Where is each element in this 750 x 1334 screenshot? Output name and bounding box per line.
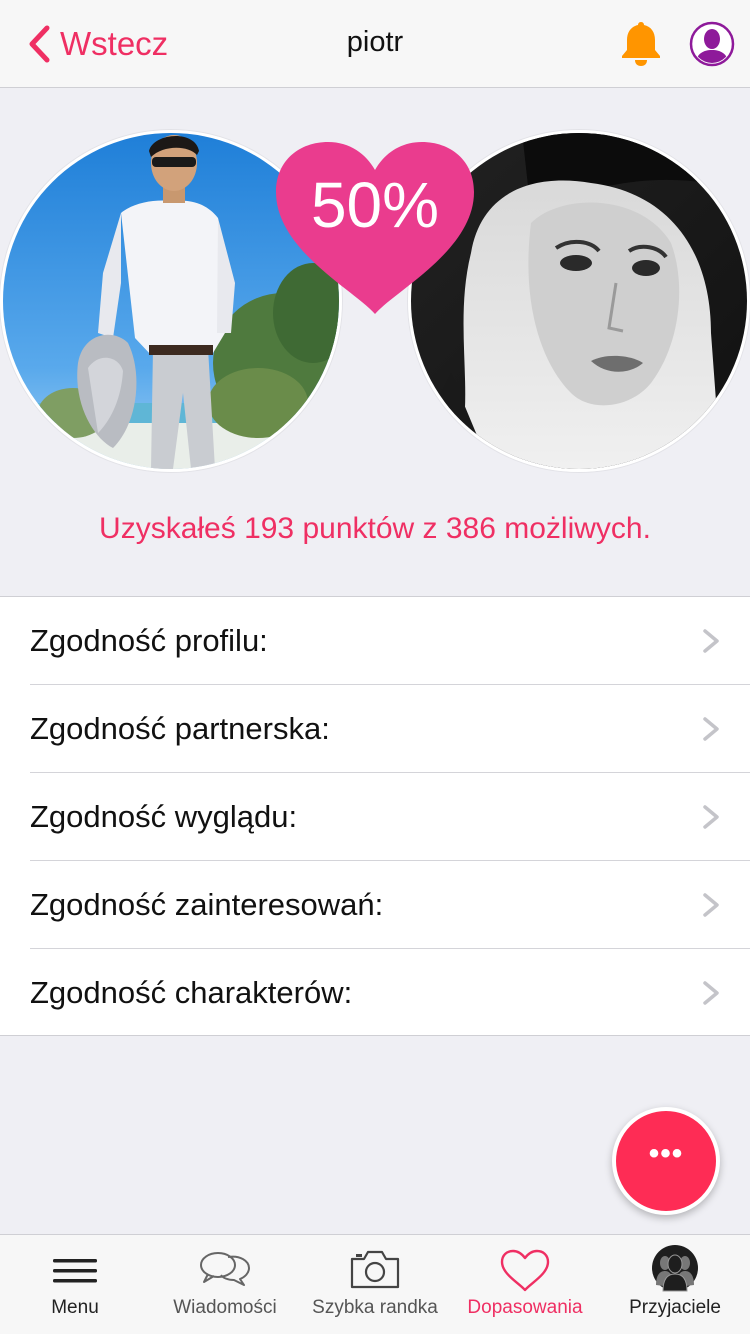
tab-label: Przyjaciele (629, 1297, 721, 1318)
messages-icon (200, 1252, 250, 1286)
user-avatar-icon (689, 21, 735, 67)
tab-label: Szybka randka (312, 1297, 438, 1318)
more-actions-button[interactable]: ••• (612, 1107, 720, 1215)
more-dots-icon: ••• (648, 1137, 684, 1170)
list-item-label: Zgodność profilu: (30, 623, 268, 658)
list-item-label: Zgodność charakterów: (30, 975, 353, 1010)
score-summary: Uzyskałeś 193 punktów z 386 możliwych. (99, 512, 651, 545)
list-item-partner-compatibility[interactable]: Zgodność partnerska: (0, 685, 750, 773)
tab-label: Wiadomości (173, 1297, 277, 1318)
tab-friends[interactable]: Przyjaciele (600, 1235, 750, 1334)
bell-icon (622, 22, 660, 66)
profile-avatar-button[interactable] (689, 21, 735, 67)
list-item-label: Zgodność partnerska: (30, 711, 330, 746)
list-item-label: Zgodność wyglądu: (30, 799, 298, 834)
list-item-appearance-compatibility[interactable]: Zgodność wyglądu: (0, 773, 750, 861)
list-item-interests-compatibility[interactable]: Zgodność zainteresowań: (0, 861, 750, 949)
tab-speed-dating[interactable]: Szybka randka (300, 1235, 450, 1334)
list-item-character-compatibility[interactable]: Zgodność charakterów: (0, 949, 750, 1037)
chevron-right-icon (703, 629, 719, 653)
chevron-right-icon (703, 981, 719, 1005)
list-item-profile-compatibility[interactable]: Zgodność profilu: (0, 597, 750, 685)
tab-menu[interactable]: Menu (0, 1235, 150, 1334)
tab-label: Dopasowania (467, 1297, 583, 1318)
compatibility-list: Zgodność profilu: Zgodność partnerska: Z… (0, 596, 750, 1036)
chevron-right-icon (703, 717, 719, 741)
camera-icon (350, 1250, 400, 1289)
list-item-label: Zgodność zainteresowań: (30, 887, 384, 922)
tab-messages[interactable]: Wiadomości (150, 1235, 300, 1334)
tab-label: Menu (51, 1297, 99, 1318)
notifications-button[interactable] (619, 20, 663, 68)
tab-matches[interactable]: Dopasowania (450, 1235, 600, 1334)
chevron-right-icon (703, 805, 719, 829)
match-percent: 50% (310, 169, 440, 241)
friends-icon (652, 1245, 698, 1292)
chevron-right-icon (703, 893, 719, 917)
bottom-tab-bar: Menu Wiadomości Szybka randka Dopasowani… (0, 1234, 750, 1334)
top-nav-bar: Wstecz piotr (0, 0, 750, 88)
heart-icon (500, 1249, 550, 1292)
menu-icon (53, 1259, 97, 1283)
